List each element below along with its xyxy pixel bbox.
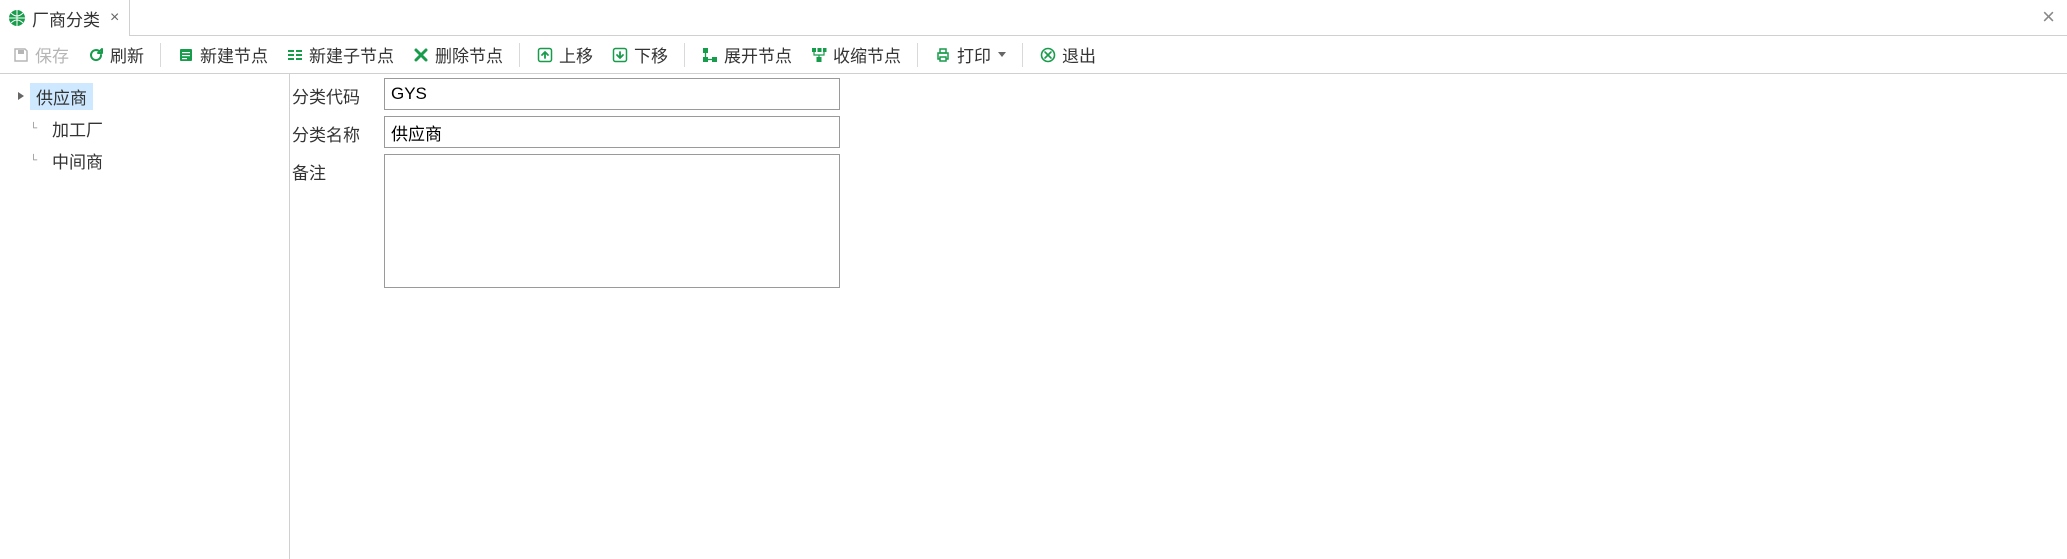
close-window-icon[interactable]: ×: [2036, 4, 2061, 30]
expander-icon[interactable]: [12, 88, 30, 105]
save-label: 保存: [35, 42, 69, 67]
new-node-icon: [177, 46, 195, 64]
toolbar: 保存 刷新 新建节点 新建子节点 删除节点: [0, 36, 2067, 74]
tab-vendor-category[interactable]: 厂商分类 ×: [0, 0, 130, 36]
row-category-name: 分类名称: [290, 116, 2067, 148]
save-button[interactable]: 保存: [4, 38, 77, 71]
toolbar-separator: [1022, 43, 1023, 67]
tab-title: 厂商分类: [32, 6, 100, 31]
form-panel: 分类代码 分类名称 备注: [290, 74, 2067, 559]
tree-item-label: 加工厂: [46, 115, 109, 142]
tree-item-supplier[interactable]: 供应商: [0, 80, 289, 112]
toolbar-separator: [160, 43, 161, 67]
label-remark: 备注: [290, 154, 384, 184]
toolbar-separator: [519, 43, 520, 67]
new-node-label: 新建节点: [200, 42, 268, 67]
exit-icon: [1039, 46, 1057, 64]
input-category-code[interactable]: [384, 78, 840, 110]
tree-tick-icon: └: [30, 155, 46, 166]
delete-icon: [412, 46, 430, 64]
label-category-name: 分类名称: [290, 116, 384, 146]
refresh-button[interactable]: 刷新: [79, 38, 152, 71]
print-icon: [934, 46, 952, 64]
arrow-up-box-icon: [536, 46, 554, 64]
new-child-node-label: 新建子节点: [309, 42, 394, 67]
arrow-down-box-icon: [611, 46, 629, 64]
tree-item-label: 中间商: [46, 147, 109, 174]
new-child-node-button[interactable]: 新建子节点: [278, 38, 402, 71]
collapse-tree-icon: [810, 46, 828, 64]
move-up-button[interactable]: 上移: [528, 38, 601, 71]
label-category-code: 分类代码: [290, 78, 384, 108]
collapse-node-button[interactable]: 收缩节点: [802, 38, 909, 71]
exit-button[interactable]: 退出: [1031, 38, 1104, 71]
delete-node-label: 删除节点: [435, 42, 503, 67]
tree-item-label: 供应商: [30, 83, 93, 110]
tree-item-processor[interactable]: └ 加工厂: [0, 112, 289, 144]
globe-icon: [8, 9, 26, 27]
refresh-label: 刷新: [110, 42, 144, 67]
save-icon: [12, 46, 30, 64]
tab-bar: 厂商分类 × ×: [0, 0, 2067, 36]
toolbar-separator: [917, 43, 918, 67]
close-tab-icon[interactable]: ×: [110, 10, 119, 26]
expand-node-label: 展开节点: [724, 42, 792, 67]
tree-tick-icon: └: [30, 123, 46, 134]
dropdown-caret-icon: [998, 52, 1006, 57]
exit-label: 退出: [1062, 42, 1096, 67]
new-node-button[interactable]: 新建节点: [169, 38, 276, 71]
print-label: 打印: [957, 42, 991, 67]
delete-node-button[interactable]: 删除节点: [404, 38, 511, 71]
toolbar-separator: [684, 43, 685, 67]
move-down-button[interactable]: 下移: [603, 38, 676, 71]
expand-tree-icon: [701, 46, 719, 64]
move-down-label: 下移: [634, 42, 668, 67]
move-up-label: 上移: [559, 42, 593, 67]
expand-node-button[interactable]: 展开节点: [693, 38, 800, 71]
tree-panel: 供应商 └ 加工厂 └ 中间商: [0, 74, 290, 559]
textarea-remark[interactable]: [384, 154, 840, 288]
refresh-icon: [87, 46, 105, 64]
new-child-node-icon: [286, 46, 304, 64]
row-category-code: 分类代码: [290, 78, 2067, 110]
main-area: 供应商 └ 加工厂 └ 中间商 分类代码 分类名称 备注: [0, 74, 2067, 559]
input-category-name[interactable]: [384, 116, 840, 148]
tree-item-middleman[interactable]: └ 中间商: [0, 144, 289, 176]
row-remark: 备注: [290, 154, 2067, 288]
collapse-node-label: 收缩节点: [833, 42, 901, 67]
print-button[interactable]: 打印: [926, 38, 1014, 71]
